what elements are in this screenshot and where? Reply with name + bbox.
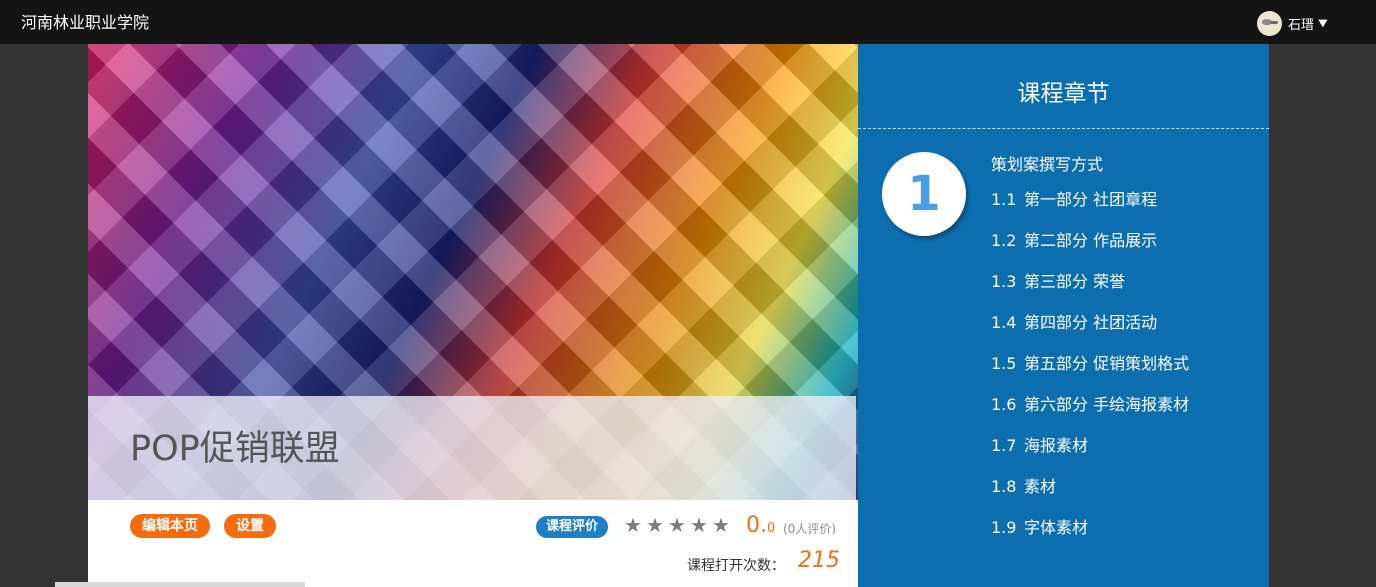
section-label: 字体素材 xyxy=(1024,518,1089,537)
chevron-down-icon[interactable]: ▼ xyxy=(1318,18,1327,29)
section-number: 1.4 xyxy=(991,313,1017,332)
section-label: 海报素材 xyxy=(1024,436,1089,455)
section-label: 第四部分 社团活动 xyxy=(1024,313,1158,332)
open-count-label: 课程打开次数： xyxy=(687,558,785,574)
star-icon[interactable]: ★ xyxy=(644,513,666,537)
horizontal-scrollbar[interactable] xyxy=(55,582,305,587)
user-name[interactable]: 石瑨 xyxy=(1288,14,1314,33)
section-item[interactable]: 1.8 素材 xyxy=(991,474,1201,499)
course-info-bar: 编辑本页 设置 课程评价 ★ ★ ★ ★ ★ 0.0 (0人评价) 课程打开次数… xyxy=(88,500,858,587)
section-item[interactable]: 1.4 第四部分 社团活动 xyxy=(991,310,1201,335)
chapter-number: 1 xyxy=(907,166,941,222)
rating-score-decimal: 0 xyxy=(767,521,776,536)
chapter-title[interactable]: 策划案撰写方式 xyxy=(991,151,1103,175)
user-menu[interactable]: 石瑨 ▼ xyxy=(1257,10,1327,36)
review-count: (0人评价) xyxy=(783,522,836,536)
chapter-panel: 课程章节 1 策划案撰写方式 1.1 第一部分 社团章程 1.2 第二部分 作品展示… xyxy=(858,44,1269,587)
chapter-number-badge: 1 xyxy=(882,152,966,236)
settings-button[interactable]: 设置 xyxy=(224,514,276,538)
site-title[interactable]: 河南林业职业学院 xyxy=(21,9,149,33)
section-number: 1.2 xyxy=(991,231,1017,250)
star-icon[interactable]: ★ xyxy=(622,513,644,537)
section-number: 1.1 xyxy=(991,190,1017,209)
rating-score: 0.0 xyxy=(746,513,775,538)
section-label: 第六部分 手绘海报素材 xyxy=(1024,395,1190,414)
star-icon[interactable]: ★ xyxy=(688,513,710,537)
section-label: 第二部分 作品展示 xyxy=(1024,231,1158,250)
section-item[interactable]: 1.2 第二部分 作品展示 xyxy=(991,228,1201,253)
section-item[interactable]: 1.9 字体素材 xyxy=(991,515,1201,540)
star-icon[interactable]: ★ xyxy=(666,513,688,537)
section-label: 素材 xyxy=(1024,477,1057,496)
section-item[interactable]: 1.6 第六部分 手绘海报素材 xyxy=(991,392,1201,417)
open-count-value: 215 xyxy=(798,548,840,573)
chapter-heading: 课程章节 xyxy=(1017,81,1110,107)
section-label: 第三部分 荣誉 xyxy=(1024,272,1126,291)
section-number: 1.5 xyxy=(991,354,1017,373)
section-number: 1.6 xyxy=(991,395,1017,414)
section-number: 1.9 xyxy=(991,518,1017,537)
section-item[interactable]: 1.5 第五部分 促销策划格式 xyxy=(991,351,1201,376)
section-item[interactable]: 1.7 海报素材 xyxy=(991,433,1201,458)
rating-stars[interactable]: ★ ★ ★ ★ ★ xyxy=(622,513,732,537)
section-item[interactable]: 1.3 第三部分 荣誉 xyxy=(991,269,1201,294)
section-number: 1.7 xyxy=(991,436,1017,455)
course-cover-image: POP促销联盟 xyxy=(88,44,858,500)
rating-score-int: 0. xyxy=(746,513,767,538)
star-icon[interactable]: ★ xyxy=(710,513,732,537)
section-list: 1.1 第一部分 社团章程 1.2 第二部分 作品展示 1.3 第三部分 荣誉 1.4… xyxy=(991,187,1201,556)
course-title-band: POP促销联盟 xyxy=(88,396,856,500)
course-title: POP促销联盟 xyxy=(130,429,340,469)
section-item[interactable]: 1.1 第一部分 社团章程 xyxy=(991,187,1201,212)
divider xyxy=(858,128,1269,129)
rate-course-button[interactable]: 课程评价 xyxy=(536,516,609,538)
top-bar: 河南林业职业学院 石瑨 ▼ xyxy=(0,0,1376,44)
section-label: 第五部分 促销策划格式 xyxy=(1024,354,1190,373)
section-number: 1.3 xyxy=(991,272,1017,291)
section-number: 1.8 xyxy=(991,477,1017,496)
edit-page-button[interactable]: 编辑本页 xyxy=(130,514,210,538)
avatar[interactable] xyxy=(1257,10,1282,36)
section-label: 第一部分 社团章程 xyxy=(1024,190,1158,209)
